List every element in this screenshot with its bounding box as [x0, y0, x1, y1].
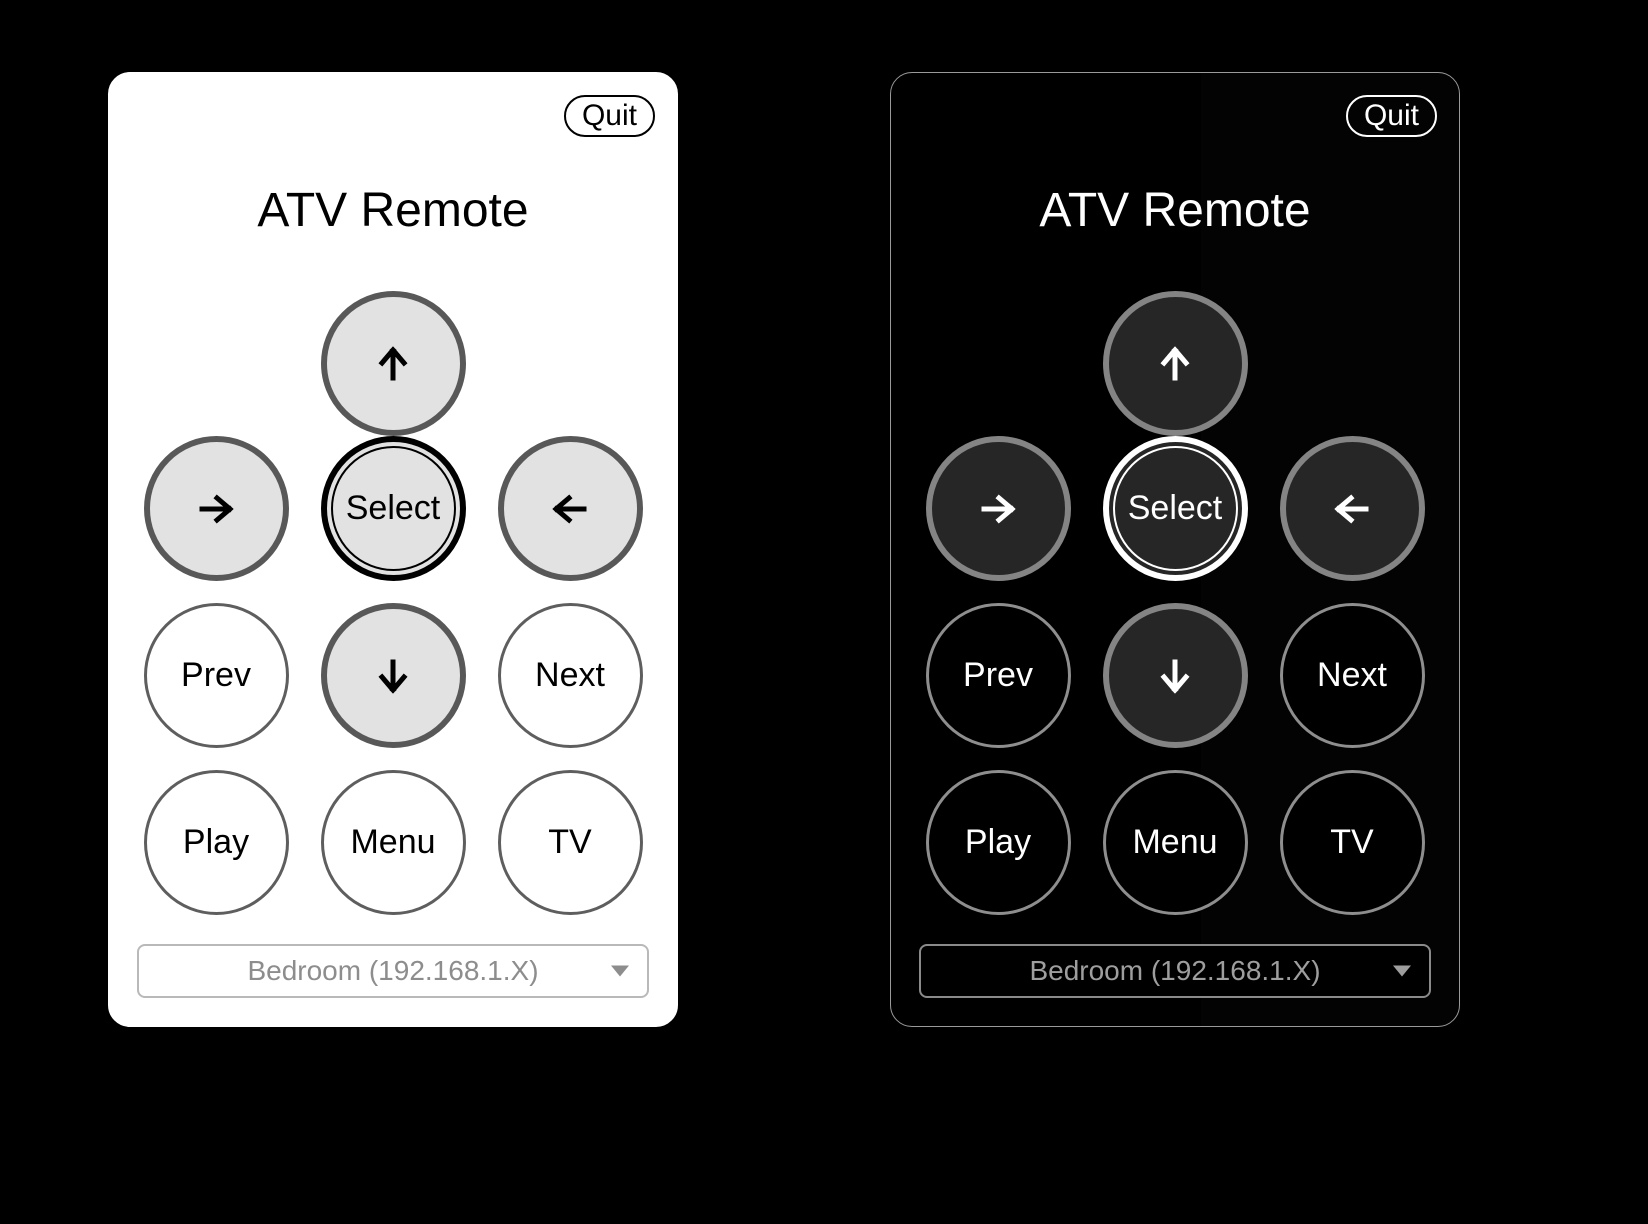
dpad-up-row: [109, 291, 677, 436]
remote-button-grid: Select Prev Next Play Menu TV: [109, 291, 677, 937]
left-arrow-icon: [199, 493, 234, 524]
down-button[interactable]: [320, 603, 466, 748]
quit-button[interactable]: Quit: [563, 95, 655, 137]
play-button[interactable]: Play: [925, 770, 1071, 915]
right-arrow-icon: [552, 493, 587, 524]
select-button-label: Select: [345, 489, 441, 527]
play-button-label: Play: [964, 823, 1032, 861]
device-select-value: Bedroom (192.168.1.X): [247, 955, 539, 986]
prev-button-label: Prev: [963, 656, 1033, 694]
down-arrow-icon: [1160, 659, 1190, 694]
tv-button[interactable]: TV: [497, 770, 643, 915]
next-button[interactable]: Next: [497, 603, 643, 748]
select-button[interactable]: Select: [320, 436, 466, 581]
up-button[interactable]: [320, 291, 466, 436]
play-button-label: Play: [182, 823, 250, 861]
next-button-label: Next: [1317, 656, 1387, 694]
left-arrow-icon: [981, 493, 1016, 524]
up-arrow-icon: [1160, 345, 1190, 380]
device-select-value: Bedroom (192.168.1.X): [1029, 955, 1321, 986]
device-select-dropdown[interactable]: Bedroom (192.168.1.X): [137, 944, 649, 998]
page-title: ATV Remote: [1039, 184, 1311, 237]
tv-button[interactable]: TV: [1279, 770, 1425, 915]
chevron-down-icon: [1393, 965, 1411, 977]
select-button[interactable]: Select: [1102, 436, 1248, 581]
left-button[interactable]: [925, 436, 1071, 581]
next-button[interactable]: Next: [1279, 603, 1425, 748]
right-arrow-icon: [1334, 493, 1369, 524]
menu-button[interactable]: Menu: [320, 770, 466, 915]
prev-button[interactable]: Prev: [925, 603, 1071, 748]
device-select-dropdown[interactable]: Bedroom (192.168.1.X): [919, 944, 1431, 998]
right-button[interactable]: [1279, 436, 1425, 581]
quit-button[interactable]: Quit: [1345, 95, 1437, 137]
light-theme-remote-panel: Quit ATV Remote Select Prev Next Play Me…: [108, 72, 678, 1027]
page-title: ATV Remote: [257, 184, 529, 237]
dpad-middle-row: Select: [109, 436, 677, 581]
left-button[interactable]: [143, 436, 289, 581]
menu-button-label: Menu: [350, 823, 436, 861]
dpad-up-row: [891, 291, 1459, 436]
down-arrow-icon: [378, 659, 408, 694]
function-row: Play Menu TV: [109, 770, 677, 915]
down-button[interactable]: [1102, 603, 1248, 748]
menu-button[interactable]: Menu: [1102, 770, 1248, 915]
right-button[interactable]: [497, 436, 643, 581]
tv-button-label: TV: [1330, 823, 1374, 861]
dpad-middle-row: Select: [891, 436, 1459, 581]
select-button-label: Select: [1127, 489, 1223, 527]
prev-button[interactable]: Prev: [143, 603, 289, 748]
transport-row: Prev Next: [891, 603, 1459, 748]
dark-theme-remote-panel: Quit ATV Remote Select Prev Next Play Me…: [890, 72, 1460, 1027]
chevron-down-icon: [611, 965, 629, 977]
function-row: Play Menu TV: [891, 770, 1459, 915]
menu-button-label: Menu: [1132, 823, 1218, 861]
up-arrow-icon: [378, 345, 408, 380]
play-button[interactable]: Play: [143, 770, 289, 915]
tv-button-label: TV: [548, 823, 592, 861]
prev-button-label: Prev: [181, 656, 251, 694]
remote-button-grid: Select Prev Next Play Menu TV: [891, 291, 1459, 937]
next-button-label: Next: [535, 656, 605, 694]
up-button[interactable]: [1102, 291, 1248, 436]
transport-row: Prev Next: [109, 603, 677, 748]
